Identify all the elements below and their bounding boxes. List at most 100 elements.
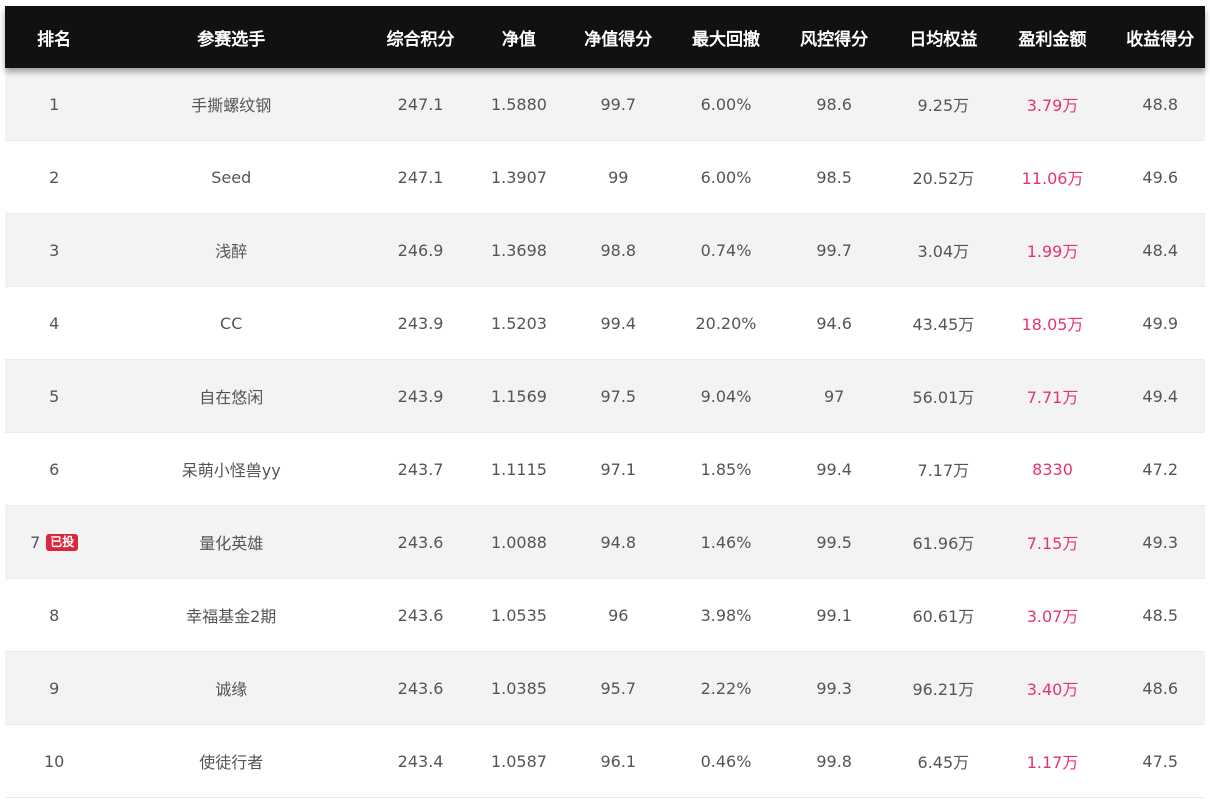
return-score: 47.2 (1115, 460, 1205, 479)
rank-cell: 1 (5, 95, 103, 114)
nav-value-text: 1.1569 (490, 386, 547, 406)
daily-equity-text: 60.61万 (912, 607, 975, 626)
contestant-name[interactable]: 幸福基金2期 (103, 603, 359, 627)
contestant-name[interactable]: 手撕螺纹钢 (103, 92, 359, 116)
header-max-drawdown[interactable]: 最大回撤 (681, 25, 771, 50)
nav-value: 1.0535 (482, 606, 556, 625)
contestant-name[interactable]: 自在悠闲 (103, 384, 359, 408)
return-score-text: 49.6 (1142, 167, 1179, 187)
contestant-name-text: 浅醉 (215, 242, 248, 261)
profit-amount-text: 3.79万 (1026, 96, 1079, 115)
daily-equity: 60.61万 (897, 603, 989, 627)
rank-cell: 8 (5, 606, 103, 625)
table-header: 排名 参赛选手 综合积分 净值 净值得分 最大回撤 风控得分 日均权益 盈利金额… (5, 6, 1205, 68)
table-row[interactable]: 6 呆萌小怪兽yy 243.7 1.1115 97.1 1.85% 99.4 7.17万 833… (5, 433, 1205, 506)
header-nav[interactable]: 净值 (482, 25, 556, 50)
return-score-text: 48.4 (1142, 240, 1179, 260)
max-drawdown: 1.85% (681, 460, 771, 479)
header-return-score[interactable]: 收益得分 (1115, 25, 1205, 50)
risk-score-text: 97 (823, 386, 845, 406)
nav-score-text: 99.7 (600, 94, 637, 114)
risk-score-text: 99.7 (816, 240, 852, 260)
contestant-name-text: CC (220, 313, 243, 333)
nav-value-text: 1.3698 (490, 240, 547, 260)
rank-cell-text: 1 (49, 94, 60, 114)
risk-score-text: 99.4 (816, 459, 852, 479)
profit-amount: 1.17万 (990, 749, 1116, 773)
profit-amount-text: 11.06万 (1021, 169, 1084, 188)
header-rank[interactable]: 排名 (5, 25, 103, 50)
header-risk-score[interactable]: 风控得分 (771, 25, 897, 50)
nav-score: 97.5 (556, 387, 681, 406)
table-row[interactable]: 8 幸福基金2期 243.6 1.0535 96 3.98% 99.1 60.61万 3.07万… (5, 579, 1205, 652)
total-score-text: 243.9 (397, 313, 444, 333)
contestant-name[interactable]: 呆萌小怪兽yy (103, 457, 359, 481)
table-row[interactable]: 3 浅醉 246.9 1.3698 98.8 0.74% 99.7 3.04万 1.99万 48.… (5, 214, 1205, 287)
header-total-score[interactable]: 综合积分 (359, 25, 482, 50)
total-score-text: 243.9 (397, 386, 444, 406)
table-row[interactable]: 1 手撕螺纹钢 247.1 1.5880 99.7 6.00% 98.6 9.25万 3.79万… (5, 68, 1205, 141)
daily-equity-text: 56.01万 (912, 388, 975, 407)
risk-score-text: 94.6 (816, 313, 852, 333)
profit-amount-text: 1.17万 (1026, 753, 1079, 772)
return-score: 48.6 (1115, 679, 1205, 698)
daily-equity-text: 7.17万 (917, 461, 970, 480)
risk-score-text: 98.6 (816, 94, 852, 114)
nav-score: 99.7 (556, 95, 681, 114)
return-score: 47.5 (1115, 752, 1205, 771)
total-score: 247.1 (359, 168, 482, 187)
max-drawdown: 9.04% (681, 387, 771, 406)
invested-badge: 已投 (46, 533, 79, 551)
header-contestant[interactable]: 参赛选手 (103, 25, 359, 50)
contestant-name[interactable]: 诚缘 (103, 676, 359, 700)
max-drawdown-text: 6.00% (700, 94, 752, 114)
table-row[interactable]: 2 Seed 247.1 1.3907 99 6.00% 98.5 20.52万 11.06万 4… (5, 141, 1205, 214)
daily-equity-text: 6.45万 (917, 753, 970, 772)
daily-equity-text: 43.45万 (912, 315, 975, 334)
nav-score: 98.8 (556, 241, 681, 260)
daily-equity: 3.04万 (897, 238, 989, 262)
profit-amount: 3.40万 (990, 676, 1116, 700)
max-drawdown: 0.46% (681, 752, 771, 771)
contestant-name[interactable]: 量化英雄 (103, 530, 359, 554)
nav-value: 1.3907 (482, 168, 556, 187)
profit-amount-text: 7.71万 (1026, 388, 1079, 407)
rank-cell-text: 3 (49, 240, 60, 260)
max-drawdown-text: 6.00% (700, 167, 752, 187)
profit-amount: 7.71万 (990, 384, 1116, 408)
risk-score: 99.4 (771, 460, 897, 479)
contestant-name[interactable]: 使徒行者 (103, 749, 359, 773)
rank-cell: 5 (5, 387, 103, 406)
total-score: 246.9 (359, 241, 482, 260)
rank-cell: 3 (5, 241, 103, 260)
contestant-name[interactable]: CC (103, 314, 359, 333)
nav-score: 95.7 (556, 679, 681, 698)
max-drawdown-text: 0.74% (700, 240, 752, 260)
table-row[interactable]: 4 CC 243.9 1.5203 99.4 20.20% 94.6 43.45万 18.05万… (5, 287, 1205, 360)
return-score-text: 48.8 (1142, 94, 1179, 114)
max-drawdown-text: 9.04% (700, 386, 752, 406)
rank-cell: 9 (5, 679, 103, 698)
contestant-name[interactable]: 浅醉 (103, 238, 359, 262)
header-daily-equity[interactable]: 日均权益 (897, 25, 989, 50)
profit-amount: 3.07万 (990, 603, 1116, 627)
daily-equity: 56.01万 (897, 384, 989, 408)
header-nav-score[interactable]: 净值得分 (556, 25, 681, 50)
table-row[interactable]: 10 使徒行者 243.4 1.0587 96.1 0.46% 99.8 6.45万 1.17万… (5, 725, 1205, 798)
max-drawdown-text: 1.85% (700, 459, 752, 479)
table-row[interactable]: 7 已投 量化英雄 243.6 1.0088 94.8 1.46% 99.5 61.96万 7.1… (5, 506, 1205, 579)
contestant-name-text: 量化英雄 (199, 534, 264, 553)
risk-score-text: 98.5 (816, 167, 852, 187)
daily-equity: 61.96万 (897, 530, 989, 554)
header-profit[interactable]: 盈利金额 (990, 25, 1116, 50)
table-row[interactable]: 5 自在悠闲 243.9 1.1569 97.5 9.04% 97 56.01万 7.71万 49… (5, 360, 1205, 433)
profit-amount-text: 3.40万 (1026, 680, 1079, 699)
table-row[interactable]: 9 诚缘 243.6 1.0385 95.7 2.22% 99.3 96.21万 3.40万 48… (5, 652, 1205, 725)
total-score: 243.9 (359, 314, 482, 333)
return-score: 49.6 (1115, 168, 1205, 187)
contestant-name-text: 使徒行者 (199, 753, 264, 772)
total-score-text: 246.9 (397, 240, 444, 260)
contestant-name[interactable]: Seed (103, 168, 359, 187)
profit-amount-text: 3.07万 (1026, 607, 1079, 626)
daily-equity: 7.17万 (897, 457, 989, 481)
